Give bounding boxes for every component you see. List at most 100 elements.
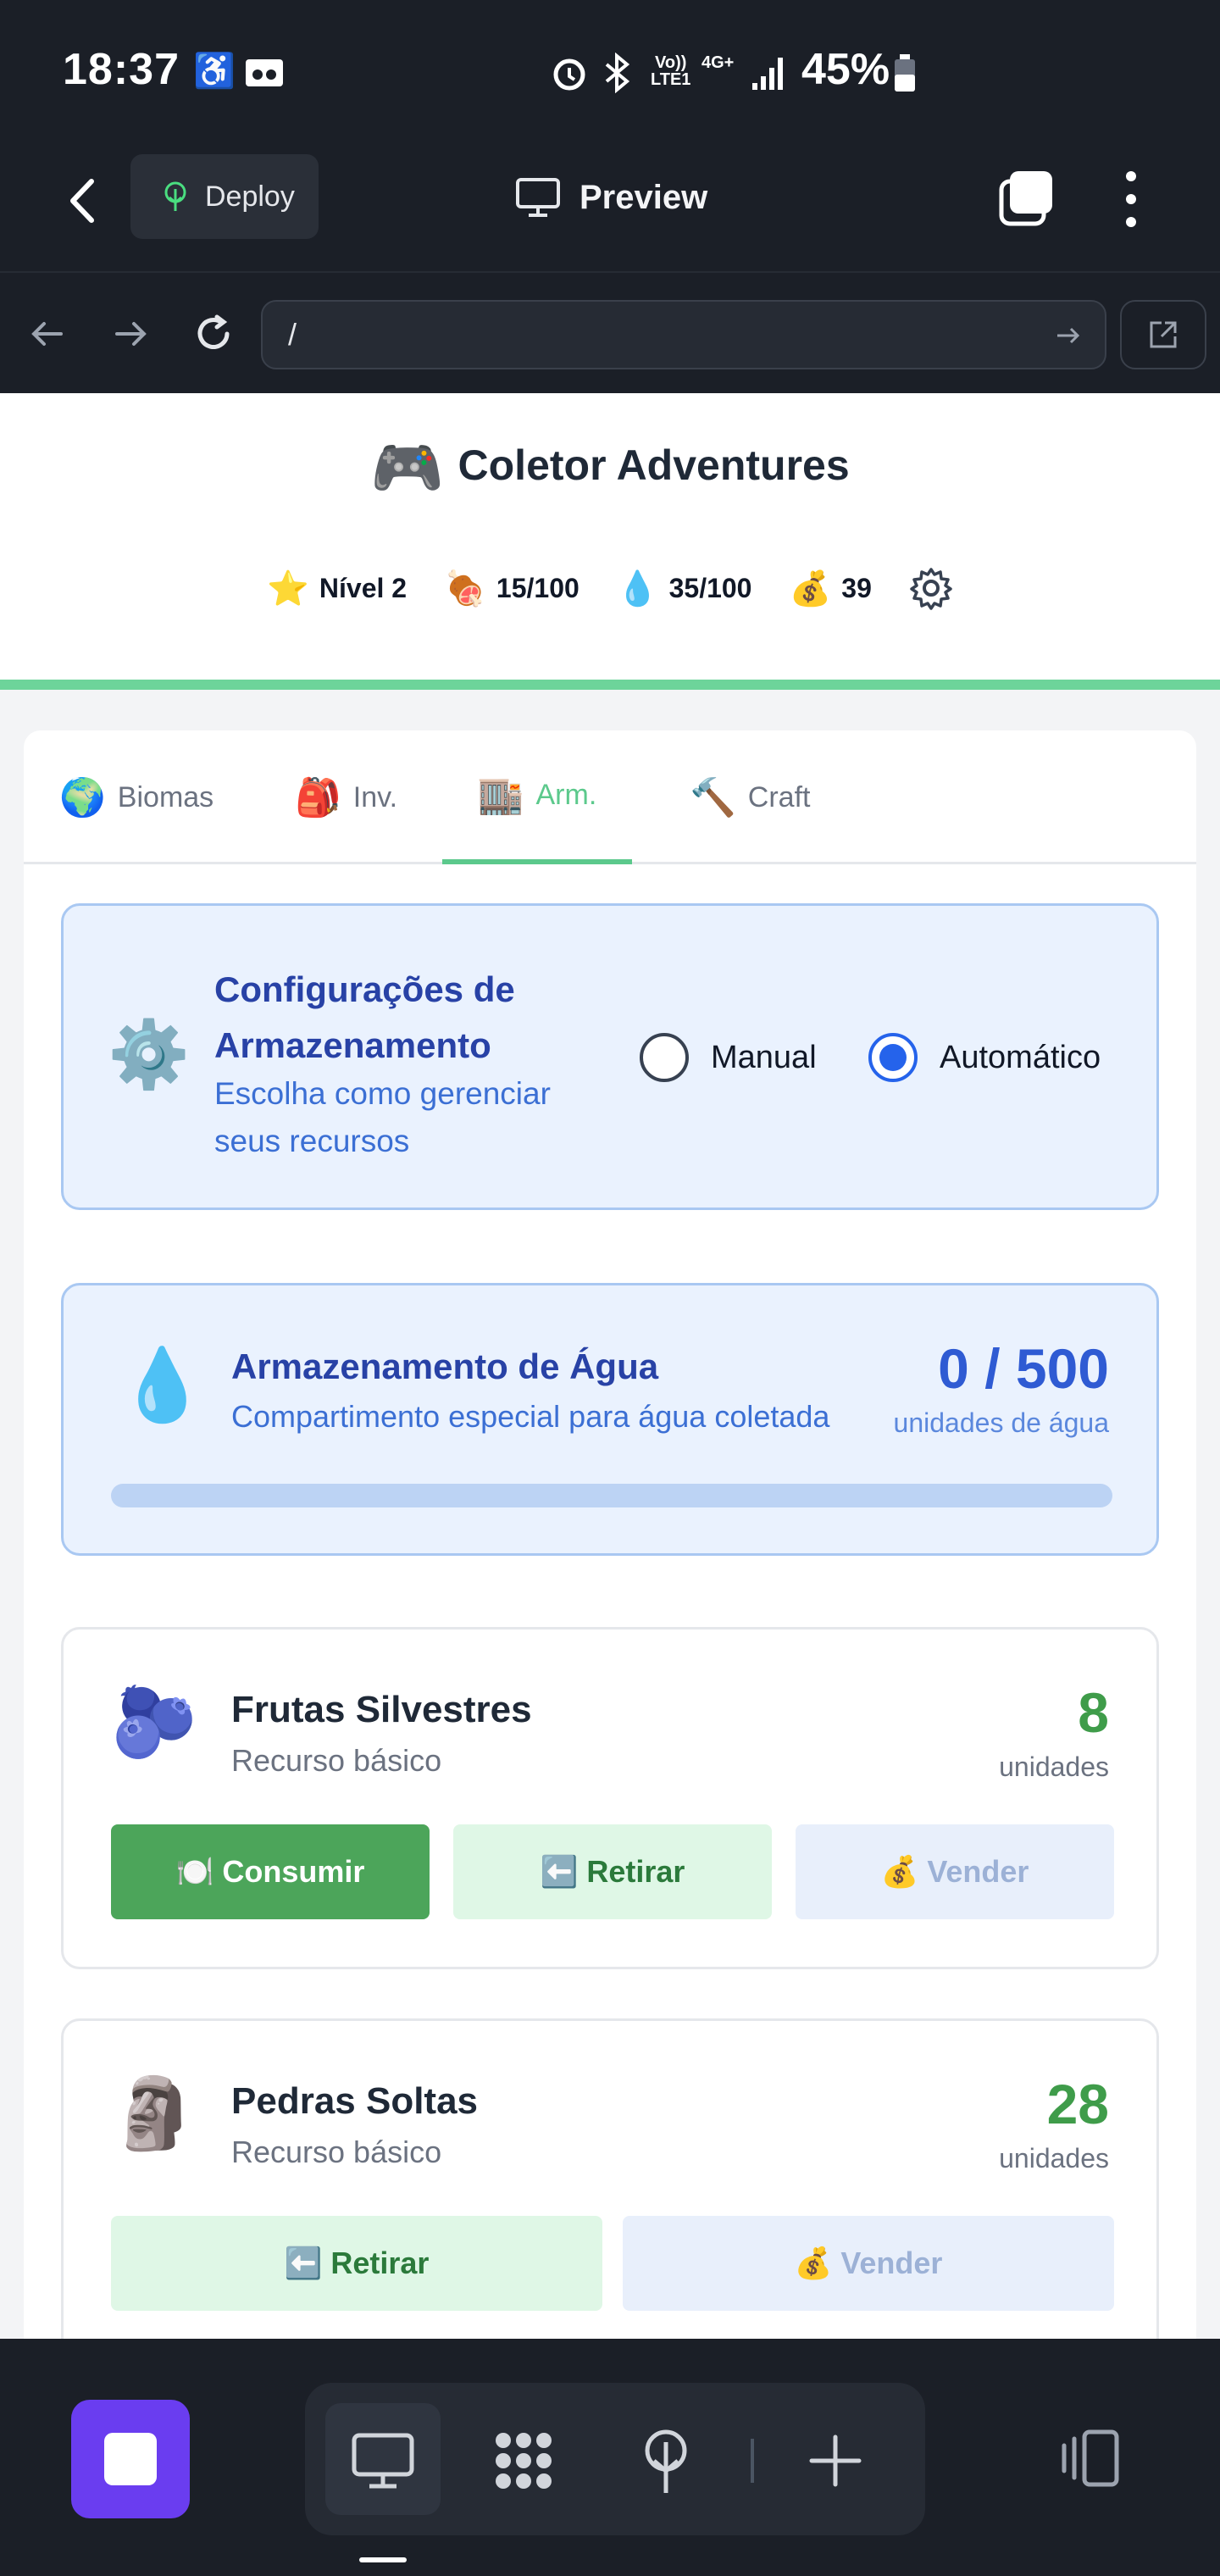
monitor-preview-icon[interactable] bbox=[347, 2425, 419, 2496]
app-bar: Deploy Preview bbox=[0, 136, 1220, 271]
preview-title: Preview bbox=[515, 166, 707, 229]
stat-food: 🍖 15/100 bbox=[444, 569, 580, 608]
tab-label: Arm. bbox=[535, 778, 597, 811]
resource-card-pedras: 🗿 Pedras Soltas Recurso básico 28 unidad… bbox=[61, 2018, 1159, 2339]
sell-button[interactable]: 💰 Vender bbox=[796, 1824, 1114, 1919]
retire-button[interactable]: ⬅️ Retirar bbox=[111, 2216, 602, 2311]
settings-gear-icon[interactable] bbox=[909, 566, 953, 610]
water-storage-subtitle: Compartimento especial para água coletad… bbox=[231, 1399, 830, 1434]
deploy-label: Deploy bbox=[205, 180, 295, 213]
preview-label: Preview bbox=[580, 178, 708, 216]
resource-card-frutas: 🫐 Frutas Silvestres Recurso básico 8 uni… bbox=[61, 1627, 1159, 1969]
signal-icon bbox=[752, 58, 783, 90]
alarm-icon bbox=[553, 58, 585, 91]
stat-level: ⭐ Nível 2 bbox=[267, 569, 407, 608]
water-storage-title: Armazenamento de Água bbox=[231, 1346, 659, 1386]
tabs-switcher-icon[interactable] bbox=[996, 168, 1056, 227]
radio-automatic[interactable]: Automático bbox=[868, 1033, 1101, 1082]
apps-grid-icon[interactable] bbox=[488, 2425, 559, 2496]
retire-button[interactable]: ⬅️ Retirar bbox=[453, 1824, 772, 1919]
water-storage-panel: 💧 Armazenamento de Água Compartimento es… bbox=[61, 1283, 1159, 1556]
resource-name: Frutas Silvestres bbox=[231, 1689, 532, 1730]
url-input[interactable]: / bbox=[261, 300, 1106, 369]
water-drop-icon: 💧 bbox=[616, 569, 659, 608]
browser-back-icon[interactable] bbox=[22, 308, 73, 359]
nav-divider bbox=[751, 2439, 754, 2483]
consume-button[interactable]: 🍽️ Consumir bbox=[111, 1824, 430, 1919]
home-indicator bbox=[359, 2557, 407, 2562]
monitor-icon bbox=[516, 178, 560, 217]
game-title: 🎮 Coletor Adventures bbox=[0, 434, 1220, 503]
back-arrow-icon[interactable] bbox=[53, 169, 115, 232]
tab-biomas[interactable]: 🌍 Biomas bbox=[47, 730, 225, 864]
deploy-tree-icon[interactable] bbox=[630, 2425, 702, 2496]
water-drop-icon: 💧 bbox=[118, 1345, 207, 1424]
resource-type: Recurso básico bbox=[231, 2135, 442, 2169]
sell-button[interactable]: 💰 Vender bbox=[623, 2216, 1114, 2311]
open-external-button[interactable] bbox=[1120, 300, 1206, 369]
accessibility-icon: ♿ bbox=[193, 53, 236, 90]
resource-unit: unidades bbox=[999, 1752, 1109, 1782]
browser-forward-icon[interactable] bbox=[105, 308, 156, 359]
reload-icon[interactable] bbox=[188, 308, 239, 359]
add-icon[interactable] bbox=[800, 2425, 871, 2496]
battery-icon bbox=[895, 54, 915, 92]
tab-craft[interactable]: 🔨 Craft bbox=[678, 730, 822, 864]
tab-label: Inv. bbox=[352, 780, 398, 813]
gear-icon: ⚙️ bbox=[108, 1017, 191, 1091]
config-subtitle: Escolha como gerenciar seus recursos bbox=[214, 1076, 551, 1158]
device-layout-icon[interactable] bbox=[1052, 2420, 1128, 2496]
storage-config-panel: ⚙️ Configurações de Armazenamento Escolh… bbox=[61, 903, 1159, 1210]
web-content: 🎮 Coletor Adventures ⭐ Nível 2 🍖 15/100 💧… bbox=[0, 393, 1220, 2339]
config-title: Configurações de Armazenamento bbox=[214, 969, 515, 1065]
radio-label: Manual bbox=[711, 1039, 817, 1075]
tab-bar: 🌍 Biomas 🎒 Inv. 🏬 Arm. 🔨 Craft bbox=[24, 730, 1196, 864]
radio-circle[interactable] bbox=[640, 1033, 689, 1082]
volte-label: Vo)) bbox=[655, 53, 687, 72]
level-value: Nível 2 bbox=[319, 572, 408, 603]
globe-icon: 🌍 bbox=[59, 777, 106, 819]
tab-inventory[interactable]: 🎒 Inv. bbox=[283, 730, 409, 864]
backpack-icon: 🎒 bbox=[295, 777, 341, 819]
store-icon: 🏬 bbox=[477, 774, 524, 816]
money-bag-icon: 💰 bbox=[789, 569, 832, 608]
meat-icon: 🍖 bbox=[444, 569, 486, 608]
radio-label: Automático bbox=[940, 1039, 1101, 1075]
gamepad-icon: 🎮 bbox=[370, 435, 445, 501]
stone-icon: 🗿 bbox=[111, 2075, 198, 2152]
tab-storage[interactable]: 🏬 Arm. bbox=[442, 730, 632, 864]
url-text: / bbox=[288, 317, 297, 352]
water-progress-bar bbox=[111, 1484, 1112, 1507]
radio-manual[interactable]: Manual bbox=[640, 1033, 817, 1082]
resource-count: 8 bbox=[1078, 1681, 1109, 1744]
lte-label: LTE1 bbox=[651, 70, 691, 89]
status-bar: 18:37 ♿ Vo)) LTE1 4G+ 45% bbox=[0, 0, 1220, 136]
radio-circle-selected[interactable] bbox=[868, 1033, 918, 1082]
water-value: 35/100 bbox=[668, 572, 752, 603]
water-storage-value: 0 / 500 bbox=[938, 1337, 1109, 1400]
deploy-tree-icon bbox=[164, 181, 186, 211]
money-value: 39 bbox=[841, 572, 872, 603]
berries-icon: 🫐 bbox=[111, 1684, 198, 1761]
main-card: 🌍 Biomas 🎒 Inv. 🏬 Arm. 🔨 Craft ⚙️ Config… bbox=[24, 730, 1196, 2339]
resource-type: Recurso básico bbox=[231, 1743, 442, 1778]
game-header: 🎮 Coletor Adventures ⭐ Nível 2 🍖 15/100 💧… bbox=[0, 393, 1220, 690]
water-storage-unit: unidades de água bbox=[893, 1407, 1109, 1438]
tab-label: Craft bbox=[747, 780, 811, 813]
game-title-text: Coletor Adventures bbox=[458, 441, 850, 489]
stat-money: 💰 39 bbox=[789, 569, 871, 608]
voicemail-icon bbox=[246, 59, 283, 86]
url-toolbar: / bbox=[0, 271, 1220, 393]
network-type-label: 4G+ bbox=[702, 53, 735, 72]
bluetooth-icon bbox=[605, 53, 630, 93]
stop-button[interactable] bbox=[71, 2400, 190, 2518]
go-arrow-icon[interactable] bbox=[1051, 319, 1084, 353]
nav-tool-group bbox=[305, 2383, 925, 2535]
resource-count: 28 bbox=[1046, 2073, 1109, 2135]
more-options-icon[interactable] bbox=[1110, 161, 1152, 237]
stop-icon bbox=[104, 2433, 157, 2485]
food-value: 15/100 bbox=[496, 572, 580, 603]
status-time: 18:37 bbox=[63, 45, 180, 94]
deploy-button[interactable]: Deploy bbox=[130, 154, 319, 239]
hammer-icon: 🔨 bbox=[690, 777, 736, 819]
